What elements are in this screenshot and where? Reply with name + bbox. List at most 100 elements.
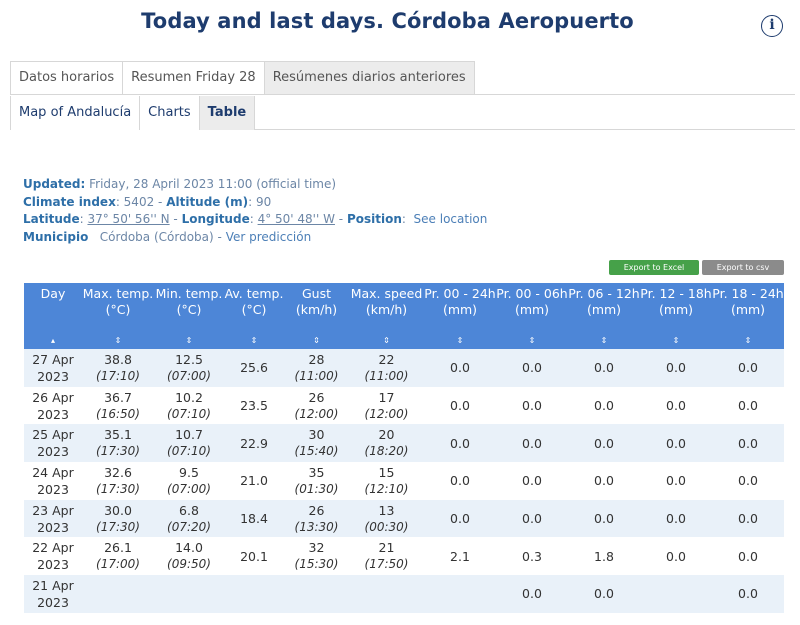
col-av-temp-header[interactable]: Av. temp. (°C) <box>224 283 284 333</box>
cell-day: 21 Apr 2023 <box>24 575 82 613</box>
cell-pr-18-24: 0.0 <box>712 349 784 387</box>
altitude-value: : 90 <box>248 194 272 209</box>
municipio-label: Municipio <box>23 229 89 244</box>
col-pr-00-24-header[interactable]: Pr. 00 - 24h (mm) <box>424 283 496 333</box>
see-location-link[interactable]: See location <box>414 212 488 226</box>
sort-pr-00-24-icon[interactable]: ⇕ <box>424 333 496 349</box>
latitude-label: Latitude <box>23 212 80 226</box>
tab-resumenes-diarios[interactable]: Resúmenes diarios anteriores <box>263 61 475 95</box>
cell-pr-06-12: 0.0 <box>568 575 640 613</box>
sort-max-speed-icon[interactable]: ⇕ <box>349 333 424 349</box>
col-pr-06-12-header[interactable]: Pr. 06 - 12h (mm) <box>568 283 640 333</box>
cell-pr-18-24: 0.0 <box>712 424 784 463</box>
cell-max-temp: 32.6 (17:30) <box>82 462 154 500</box>
tab-table[interactable]: Table <box>198 96 256 130</box>
station-info: Updated: Friday, 28 April 2023 11:00 (of… <box>23 176 487 246</box>
tab-charts[interactable]: Charts <box>139 96 199 130</box>
cell-day: 26 Apr 2023 <box>24 386 82 425</box>
municipio-line: Municipio Córdoba (Córdoba) - Ver predic… <box>23 229 487 247</box>
table-row: 23 Apr 2023 30.0 (17:30) 6.8 (07:20) 18.4 2… <box>24 499 784 538</box>
cell-min-temp: 10.7 (07:10) <box>154 424 224 463</box>
cell-day: 25 Apr 2023 <box>24 424 82 463</box>
cell-max-speed: 13 (00:30) <box>349 499 424 538</box>
sort-max-temp-icon[interactable]: ⇕ <box>82 333 154 349</box>
table-row: 26 Apr 2023 36.7 (16:50) 10.2 (07:10) 23.5 … <box>24 386 784 425</box>
cell-min-temp: 10.2 (07:10) <box>154 386 224 425</box>
cell-max-temp: 30.0 (17:30) <box>82 499 154 538</box>
sort-pr-12-18-icon[interactable]: ⇕ <box>640 333 712 349</box>
cell-pr-00-06: 0.3 <box>496 537 568 576</box>
info-icon[interactable]: i <box>761 15 783 37</box>
table-row: 24 Apr 2023 32.6 (17:30) 9.5 (07:00) 21.0 3… <box>24 462 784 500</box>
cell-av-temp: 21.0 <box>224 462 284 500</box>
sort-row: ▴ ⇕ ⇕ ⇕ ⇕ ⇕ ⇕ ⇕ ⇕ ⇕ ⇕ <box>24 333 784 349</box>
cell-day: 24 Apr 2023 <box>24 462 82 500</box>
title-bar: Today and last days. Córdoba Aeropuerto … <box>0 0 800 52</box>
cell-pr-18-24: 0.0 <box>712 537 784 576</box>
col-pr-18-24-header[interactable]: Pr. 18 - 24h (mm) <box>712 283 784 333</box>
cell-gust: 35 (01:30) <box>284 462 349 500</box>
col-day-header[interactable]: Day <box>24 283 82 333</box>
primary-tabs: Datos horarios Resumen Friday 28 Resúmen… <box>10 61 795 95</box>
cell-day: 27 Apr 2023 <box>24 349 82 387</box>
cell-pr-06-12: 0.0 <box>568 386 640 425</box>
cell-pr-00-24 <box>424 575 496 613</box>
cell-max-speed: 20 (18:20) <box>349 424 424 463</box>
cell-pr-12-18: 0.0 <box>640 349 712 387</box>
tab-datos-horarios[interactable]: Datos horarios <box>10 61 123 95</box>
table-row: 22 Apr 2023 26.1 (17:00) 14.0 (09:50) 20.1 … <box>24 537 784 576</box>
sort-av-temp-icon[interactable]: ⇕ <box>224 333 284 349</box>
cell-pr-00-24: 0.0 <box>424 499 496 538</box>
cell-max-temp: 36.7 (16:50) <box>82 386 154 425</box>
cell-pr-18-24: 0.0 <box>712 575 784 613</box>
col-pr-00-06-header[interactable]: Pr. 00 - 06h (mm) <box>496 283 568 333</box>
tab-map[interactable]: Map of Andalucía <box>10 96 140 130</box>
latitude-value: 37° 50' 56'' N <box>87 212 170 226</box>
export-csv-button[interactable]: Export to csv <box>702 260 784 275</box>
col-max-speed-header[interactable]: Max. speed (km/h) <box>349 283 424 333</box>
secondary-tabs: Map of Andalucía Charts Table <box>10 96 795 130</box>
cell-max-speed: 15 (12:10) <box>349 462 424 500</box>
sort-pr-18-24-icon[interactable]: ⇕ <box>712 333 784 349</box>
cell-day: 23 Apr 2023 <box>24 499 82 538</box>
sort-pr-06-12-icon[interactable]: ⇕ <box>568 333 640 349</box>
updated-label: Updated: <box>23 177 86 191</box>
tab-resumen-friday[interactable]: Resumen Friday 28 <box>122 61 264 95</box>
sort-day-icon[interactable]: ▴ <box>24 333 82 349</box>
climate-line: Climate index: 5402 - Altitude (m): 90 <box>23 194 487 212</box>
municipio-value: Córdoba (Córdoba) - <box>99 229 222 244</box>
sort-gust-icon[interactable]: ⇕ <box>284 333 349 349</box>
table-row: 25 Apr 2023 35.1 (17:30) 10.7 (07:10) 22.9 … <box>24 424 784 463</box>
col-pr-12-18-header[interactable]: Pr. 12 - 18h (mm) <box>640 283 712 333</box>
page-title: Today and last days. Córdoba Aeropuerto <box>141 9 634 33</box>
cell-pr-00-06: 0.0 <box>496 386 568 425</box>
table-row: 27 Apr 2023 38.8 (17:10) 12.5 (07:00) 25.6 … <box>24 349 784 387</box>
cell-max-temp: 26.1 (17:00) <box>82 537 154 576</box>
cell-av-temp: 25.6 <box>224 349 284 387</box>
cell-av-temp: 20.1 <box>224 537 284 576</box>
cell-pr-00-06: 0.0 <box>496 424 568 463</box>
position-label: Position <box>346 212 402 226</box>
cell-pr-12-18 <box>640 575 712 613</box>
export-excel-button[interactable]: Export to Excel <box>609 260 699 275</box>
col-max-temp-header[interactable]: Max. temp. (°C) <box>82 283 154 333</box>
cell-pr-00-06: 0.0 <box>496 499 568 538</box>
longitude-label: Longitude <box>181 212 250 226</box>
cell-day: 22 Apr 2023 <box>24 537 82 576</box>
prediction-link[interactable]: Ver predicción <box>226 230 312 244</box>
cell-pr-00-06: 0.0 <box>496 462 568 500</box>
cell-pr-00-24: 0.0 <box>424 349 496 387</box>
cell-pr-12-18: 0.0 <box>640 462 712 500</box>
cell-pr-12-18: 0.0 <box>640 424 712 463</box>
cell-pr-00-24: 0.0 <box>424 386 496 425</box>
cell-av-temp: 23.5 <box>224 386 284 425</box>
cell-pr-06-12: 1.8 <box>568 537 640 576</box>
col-min-temp-header[interactable]: Min. temp. (°C) <box>154 283 224 333</box>
cell-pr-00-06: 0.0 <box>496 575 568 613</box>
cell-max-temp: 35.1 (17:30) <box>82 424 154 463</box>
col-gust-header[interactable]: Gust (km/h) <box>284 283 349 333</box>
cell-av-temp: 18.4 <box>224 499 284 538</box>
cell-pr-00-24: 0.0 <box>424 462 496 500</box>
sort-pr-00-06-icon[interactable]: ⇕ <box>496 333 568 349</box>
sort-min-temp-icon[interactable]: ⇕ <box>154 333 224 349</box>
